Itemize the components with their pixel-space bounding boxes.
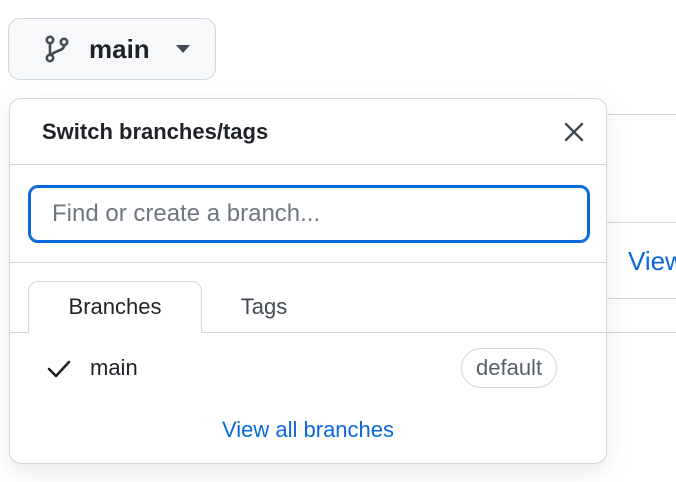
page: View main Switch branches/tags Find or c… (0, 0, 676, 482)
tab-branches[interactable]: Branches (28, 281, 202, 333)
dropdown-filter-section (10, 165, 606, 263)
dropdown-header: Switch branches/tags (10, 99, 606, 165)
dropdown-title: Switch branches/tags (42, 119, 269, 144)
branch-switcher-dropdown: Switch branches/tags Branches Tags mai (9, 98, 607, 464)
view-all-branches-link[interactable]: View all branches (10, 417, 606, 443)
triangle-down-icon (174, 43, 192, 55)
close-icon[interactable] (563, 121, 585, 143)
branch-list-item[interactable]: main default (10, 333, 606, 405)
check-icon (46, 359, 72, 379)
dropdown-tabs: Branches Tags (10, 263, 606, 333)
branch-search-input[interactable] (28, 185, 590, 243)
branch-selector-button[interactable]: main (8, 18, 216, 80)
tab-tags[interactable]: Tags (210, 281, 318, 333)
default-badge: default (461, 348, 558, 388)
background-view-link[interactable]: View (628, 246, 676, 277)
branch-name: main (90, 355, 138, 380)
git-branch-icon (43, 35, 71, 63)
branch-selector-label: main (89, 33, 150, 64)
